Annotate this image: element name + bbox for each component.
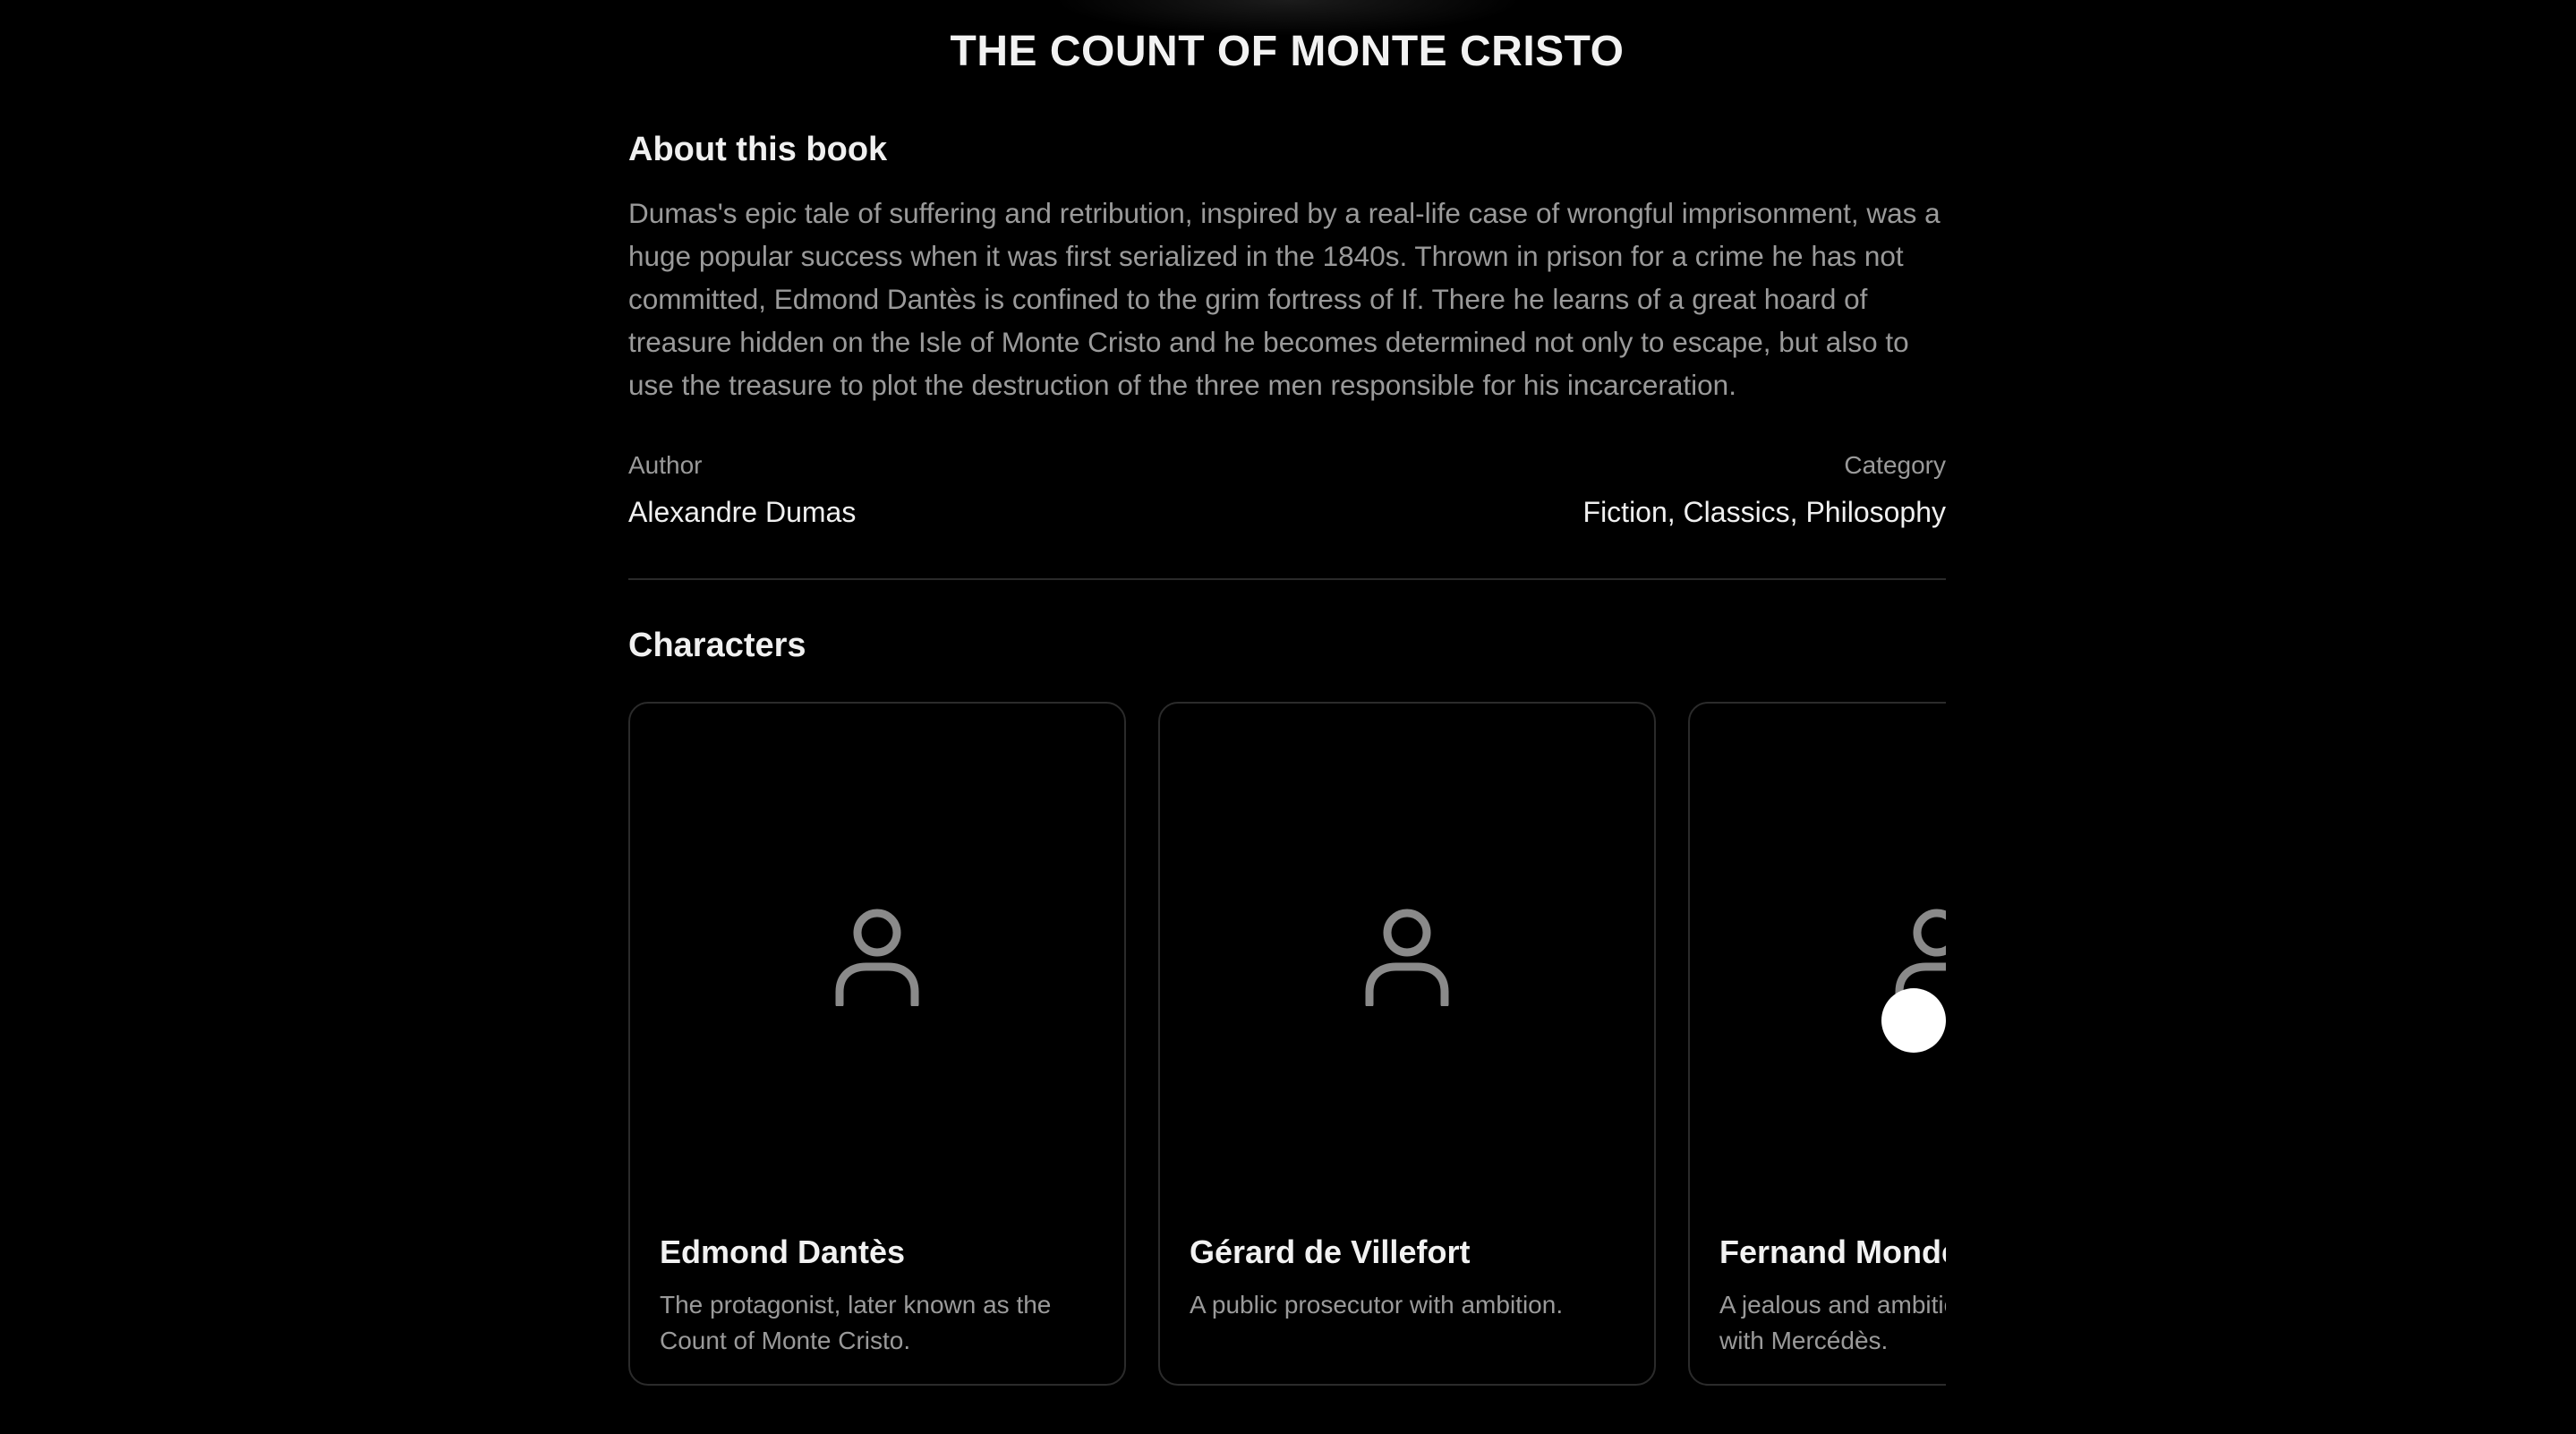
cursor-indicator-clip	[1881, 985, 1946, 1056]
character-description: The protagonist, later known as the Coun…	[660, 1291, 1052, 1354]
character-description: A public prosecutor with ambition.	[1190, 1291, 1564, 1319]
about-heading: About this book	[628, 131, 888, 168]
character-card[interactable]: Gérard de Villefort A public prosecutor …	[1158, 702, 1656, 1386]
category-value: Fiction, Classics, Philosophy	[1582, 496, 1946, 528]
character-name: Edmond Dantès	[660, 1233, 906, 1270]
author-value: Alexandre Dumas	[628, 496, 857, 528]
characters-heading: Characters	[628, 627, 806, 664]
characters-carousel[interactable]: Edmond Dantès The protagonist, later kno…	[628, 702, 1946, 1389]
cursor-indicator	[1881, 988, 1946, 1053]
person-icon	[1365, 909, 1449, 1006]
category-label: Category	[1844, 451, 1946, 479]
character-name: Fernand Mondego	[1719, 1233, 1946, 1270]
author-label: Author	[628, 451, 703, 479]
section-divider	[628, 578, 1946, 580]
book-detail-page: THE COUNT OF MONTE CRISTO About this boo…	[0, 0, 2576, 1434]
character-name: Gérard de Villefort	[1190, 1233, 1471, 1270]
character-card[interactable]: Edmond Dantès The protagonist, later kno…	[628, 702, 1126, 1386]
person-icon	[835, 909, 919, 1006]
book-description: Dumas's epic tale of suffering and retri…	[628, 197, 1941, 401]
book-title: THE COUNT OF MONTE CRISTO	[950, 28, 1625, 75]
character-description: A jealous and ambitious rival in love wi…	[1719, 1291, 1946, 1354]
